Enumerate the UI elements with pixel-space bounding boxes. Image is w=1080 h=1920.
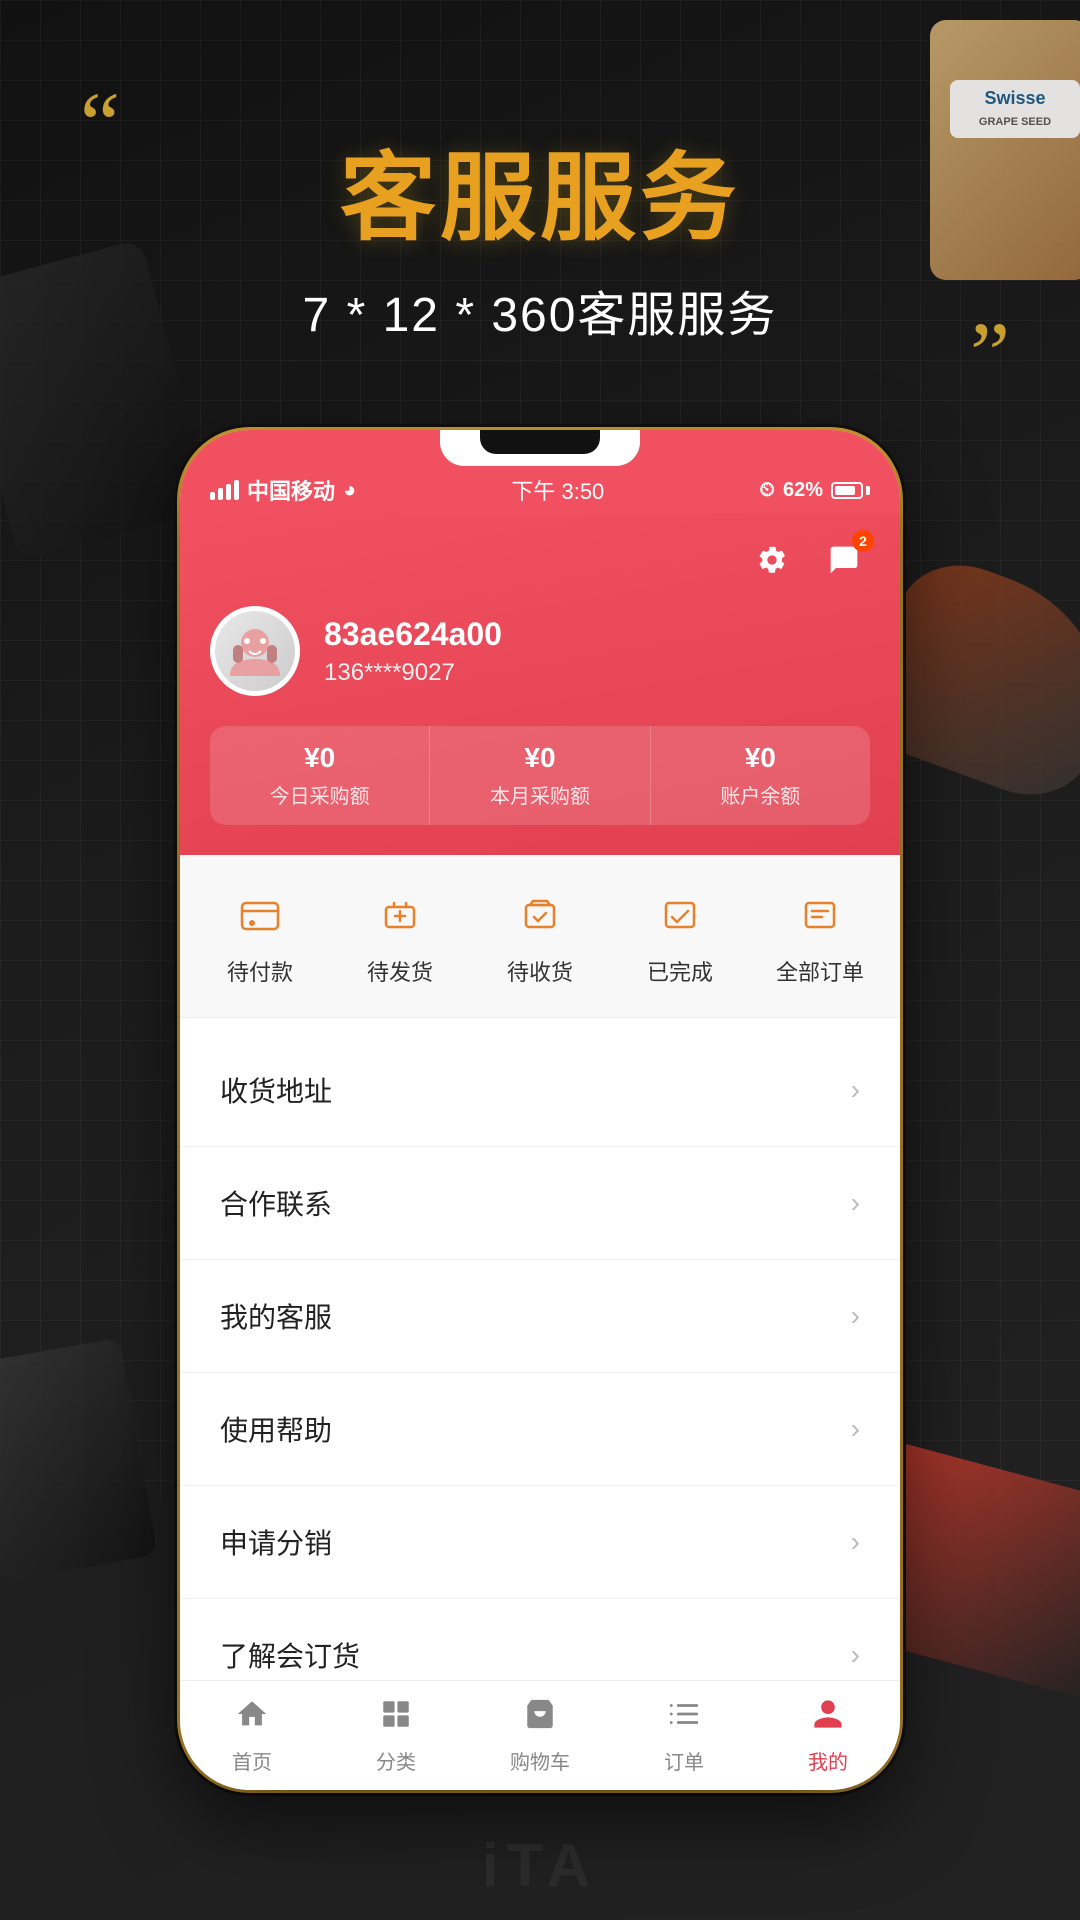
chevron-right-icon: › (851, 1074, 860, 1106)
chevron-right-icon: › (851, 1526, 860, 1558)
signal-icon (210, 480, 239, 500)
status-left: 中国移动 ◕ (210, 474, 356, 506)
menu-item-cooperation[interactable]: 合作联系 › (180, 1147, 900, 1260)
home-icon (235, 1697, 269, 1740)
phone-container: 中国移动 ◕ 下午 3:50 ⏲ 62% (180, 430, 900, 1790)
profile-top-icons: 2 (210, 534, 870, 586)
message-badge: 2 (852, 530, 874, 552)
wifi-icon: ◕ (343, 477, 356, 503)
category-icon (379, 1697, 413, 1740)
menu-item-distribution-label: 申请分销 (220, 1522, 332, 1562)
month-purchase-stat: ¥0 本月采购额 (430, 726, 650, 825)
all-orders-icon (790, 885, 850, 945)
phone-number-label: 136****9027 (324, 659, 502, 687)
pending-ship-icon (370, 885, 430, 945)
username-label: 83ae624a00 (324, 616, 502, 653)
nav-orders[interactable]: 订单 (612, 1687, 756, 1785)
avatar-inner (215, 611, 295, 691)
today-purchase-label: 今日采购额 (220, 780, 419, 809)
today-purchase-value: ¥0 (220, 742, 419, 774)
nav-profile[interactable]: 我的 (756, 1687, 900, 1785)
chevron-right-icon: › (851, 1300, 860, 1332)
menu-item-help-label: 使用帮助 (220, 1409, 332, 1449)
menu-item-address[interactable]: 收货地址 › (180, 1034, 900, 1147)
sub-title: 7 * 12 * 360客服服务 (0, 275, 1080, 345)
pending-payment-icon (230, 885, 290, 945)
month-purchase-value: ¥0 (440, 742, 639, 774)
tab-completed-label: 已完成 (647, 955, 713, 987)
ita-watermark: iTA (482, 1831, 598, 1900)
profile-area: 2 (180, 514, 900, 855)
settings-button[interactable] (746, 534, 798, 586)
tab-pending-payment[interactable]: 待付款 (190, 875, 330, 997)
tab-pending-ship-label: 待发货 (367, 955, 433, 987)
avatar[interactable] (210, 606, 300, 696)
header-area: 客服服务 7 * 12 * 360客服服务 (0, 120, 1080, 345)
nav-category-label: 分类 (376, 1746, 416, 1775)
nav-category[interactable]: 分类 (324, 1687, 468, 1785)
menu-item-about-label: 了解会订货 (220, 1635, 360, 1675)
carrier-label: 中国移动 (247, 474, 335, 506)
orders-icon (667, 1697, 701, 1740)
menu-item-customer[interactable]: 我的客服 › (180, 1260, 900, 1373)
balance-label: 账户余额 (661, 780, 860, 809)
tab-pending-receive[interactable]: 待收货 (470, 875, 610, 997)
bottom-nav: 首页 分类 购物车 (180, 1680, 900, 1790)
phone-content: 待付款 待发货 (180, 855, 900, 1790)
profile-icon (811, 1697, 845, 1740)
alarm-icon: ⏲ (759, 479, 775, 502)
tab-pending-payment-label: 待付款 (227, 955, 293, 987)
menu-item-help[interactable]: 使用帮助 › (180, 1373, 900, 1486)
chevron-right-icon: › (851, 1639, 860, 1671)
notch-inner (480, 430, 600, 454)
tab-pending-ship[interactable]: 待发货 (330, 875, 470, 997)
deco-shoe-left (0, 1338, 158, 1582)
tab-pending-receive-label: 待收货 (507, 955, 573, 987)
month-purchase-label: 本月采购额 (440, 780, 639, 809)
nav-orders-label: 订单 (664, 1746, 704, 1775)
order-tabs: 待付款 待发货 (180, 855, 900, 1018)
tab-all-orders[interactable]: 全部订单 (750, 875, 890, 997)
phone-notch (440, 430, 640, 466)
battery-icon (831, 482, 870, 499)
menu-list: 收货地址 › 合作联系 › 我的客服 › 使用帮助 › 申请分销 › (180, 1034, 900, 1712)
nav-cart-label: 购物车 (510, 1746, 570, 1775)
menu-item-customer-label: 我的客服 (220, 1296, 332, 1336)
menu-item-distribution[interactable]: 申请分销 › (180, 1486, 900, 1599)
nav-home[interactable]: 首页 (180, 1687, 324, 1785)
balance-stat: ¥0 账户余额 (651, 726, 870, 825)
menu-item-cooperation-label: 合作联系 (220, 1183, 332, 1223)
battery-percent: 62% (783, 479, 823, 502)
user-details: 83ae624a00 136****9027 (324, 616, 502, 687)
chevron-right-icon: › (851, 1413, 860, 1445)
phone-frame: 中国移动 ◕ 下午 3:50 ⏲ 62% (180, 430, 900, 1790)
today-purchase-stat: ¥0 今日采购额 (210, 726, 430, 825)
cart-icon (523, 1697, 557, 1740)
tab-all-orders-label: 全部订单 (776, 955, 864, 987)
message-button[interactable]: 2 (818, 534, 870, 586)
tab-completed[interactable]: 已完成 (610, 875, 750, 997)
balance-value: ¥0 (661, 742, 860, 774)
profile-info: 83ae624a00 136****9027 (210, 606, 870, 696)
nav-home-label: 首页 (232, 1746, 272, 1775)
completed-icon (650, 885, 710, 945)
main-title: 客服服务 (0, 120, 1080, 259)
status-right: ⏲ 62% (759, 479, 870, 502)
pending-receive-icon (510, 885, 570, 945)
nav-cart[interactable]: 购物车 (468, 1687, 612, 1785)
chevron-right-icon: › (851, 1187, 860, 1219)
stats-row: ¥0 今日采购额 ¥0 本月采购额 ¥0 账户余额 (210, 726, 870, 825)
menu-item-address-label: 收货地址 (220, 1070, 332, 1110)
time-label: 下午 3:50 (511, 474, 604, 506)
nav-profile-label: 我的 (808, 1746, 848, 1775)
